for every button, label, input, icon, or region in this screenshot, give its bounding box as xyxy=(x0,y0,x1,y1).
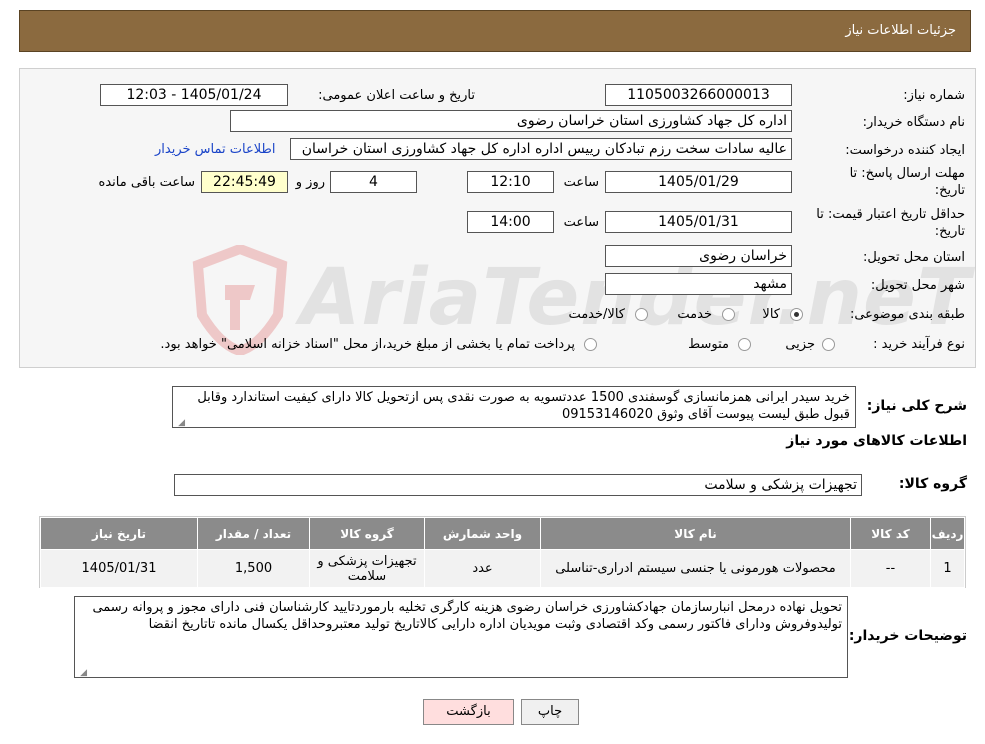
days-left-field: 4 xyxy=(330,171,417,193)
city-field: مشهد xyxy=(605,273,792,295)
time-left-field: 22:45:49 xyxy=(201,171,288,193)
process-type-label: نوع فرآیند خرید : xyxy=(873,337,965,352)
buyer-notes-label: توضیحات خریدار: xyxy=(848,628,967,644)
table-row[interactable]: 1 -- محصولات هورمونی یا جنسی سیستم ادرار… xyxy=(40,549,965,588)
category-radio-goods-service[interactable] xyxy=(635,308,648,321)
col-need-date: تاریخ نیاز xyxy=(40,517,198,550)
page-header: جزئیات اطلاعات نیاز xyxy=(19,10,971,52)
deadline-date-field: 1405/01/29 xyxy=(605,171,792,193)
validity-date-field: 1405/01/31 xyxy=(605,211,792,233)
cell-goods-name: محصولات هورمونی یا جنسی سیستم ادراری-تنا… xyxy=(540,549,851,588)
treasury-note: پرداخت تمام یا بخشی از مبلغ خرید،از محل … xyxy=(160,337,575,352)
category-radio-service[interactable] xyxy=(722,308,735,321)
resize-grip-icon[interactable]: ◢ xyxy=(175,415,185,427)
deadline-hour-label: ساعت xyxy=(563,175,599,190)
process-option-minor: جزیی xyxy=(785,337,815,352)
province-field: خراسان رضوی xyxy=(605,245,792,267)
col-goods-group: گروه کالا xyxy=(309,517,425,550)
time-remaining-label: ساعت باقی مانده xyxy=(98,175,195,190)
table-header-row: ردیف کد کالا نام کالا واحد شمارش گروه کا… xyxy=(40,517,965,550)
requester-field: عالیه سادات سخت رزم تبادکان رییس اداره ا… xyxy=(290,138,792,160)
process-option-medium: متوسط xyxy=(688,337,729,352)
announce-datetime-label: تاریخ و ساعت اعلان عمومی: xyxy=(318,88,475,103)
description-text: خرید سیدر ایرانی همزمانسازی گوسفندی 1500… xyxy=(197,390,850,422)
cell-unit: عدد xyxy=(424,549,541,588)
cell-goods-code: -- xyxy=(850,549,931,588)
need-number-field: 1105003266000013 xyxy=(605,84,792,106)
validity-label-2: تاریخ: xyxy=(934,224,965,239)
buyer-org-label: نام دستگاه خریدار: xyxy=(862,115,965,130)
requester-label: ایجاد کننده درخواست: xyxy=(845,143,965,158)
goods-table: ردیف کد کالا نام کالا واحد شمارش گروه کا… xyxy=(39,516,966,588)
cell-row-number: 1 xyxy=(930,549,965,588)
process-radio-minor[interactable] xyxy=(822,338,835,351)
validity-hour-label: ساعت xyxy=(563,215,599,230)
back-button[interactable]: بازگشت xyxy=(423,699,514,725)
day-and-label: روز و xyxy=(295,175,325,190)
buyer-contact-link[interactable]: اطلاعات تماس خریدار xyxy=(155,142,275,157)
goods-info-title: اطلاعات کالاهای مورد نیاز xyxy=(786,433,967,449)
city-label: شهر محل تحویل: xyxy=(870,278,965,293)
buyer-notes-textarea[interactable]: تحویل نهاده درمحل انبارسازمان جهادکشاورز… xyxy=(74,596,848,678)
page-title: جزئیات اطلاعات نیاز xyxy=(845,23,956,38)
cell-goods-group: تجهیزات پزشکی و سلامت xyxy=(309,549,425,588)
deadline-label: مهلت ارسال پاسخ: تا xyxy=(849,166,965,181)
category-option-goods: کالا xyxy=(762,307,780,322)
cell-need-date: 1405/01/31 xyxy=(40,549,198,588)
buyer-notes-text: تحویل نهاده درمحل انبارسازمان جهادکشاورز… xyxy=(92,600,842,632)
deadline-label-2: تاریخ: xyxy=(934,183,965,198)
deadline-time-field: 12:10 xyxy=(467,171,554,193)
validity-time-field: 14:00 xyxy=(467,211,554,233)
col-row-number: ردیف xyxy=(930,517,965,550)
description-textarea[interactable]: خرید سیدر ایرانی همزمانسازی گوسفندی 1500… xyxy=(172,386,856,428)
validity-label: حداقل تاریخ اعتبار قیمت: تا xyxy=(816,207,965,222)
col-goods-code: کد کالا xyxy=(850,517,931,550)
col-quantity: تعداد / مقدار xyxy=(197,517,310,550)
treasury-checkbox[interactable] xyxy=(584,338,597,351)
description-label: شرح کلی نیاز: xyxy=(866,398,967,414)
category-option-goods-service: کالا/خدمت xyxy=(568,307,625,322)
cell-quantity: 1,500 xyxy=(197,549,310,588)
buyer-org-field: اداره کل جهاد کشاورزی استان خراسان رضوی xyxy=(230,110,792,132)
print-button[interactable]: چاپ xyxy=(521,699,579,725)
process-radio-medium[interactable] xyxy=(738,338,751,351)
goods-group-label: گروه کالا: xyxy=(898,476,967,492)
announce-datetime-field: 1405/01/24 - 12:03 xyxy=(100,84,288,106)
resize-grip-icon[interactable]: ◢ xyxy=(77,665,87,677)
col-goods-name: نام کالا xyxy=(540,517,851,550)
need-number-label: شماره نیاز: xyxy=(903,88,965,103)
category-radio-goods[interactable] xyxy=(790,308,803,321)
goods-group-field: تجهیزات پزشکی و سلامت xyxy=(174,474,862,496)
category-label: طبقه بندی موضوعی: xyxy=(849,307,965,322)
category-option-service: خدمت xyxy=(677,307,712,322)
province-label: استان محل تحویل: xyxy=(863,250,965,265)
col-unit: واحد شمارش xyxy=(424,517,541,550)
